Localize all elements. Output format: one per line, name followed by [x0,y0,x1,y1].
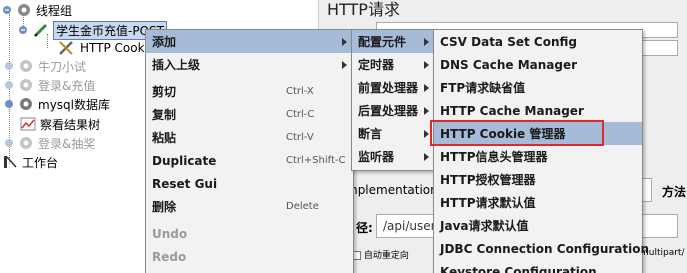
submenu-arrow-icon [424,129,429,138]
menu-item-http-request-defaults[interactable]: HTTP请求默认值 [434,191,642,214]
shortcut-label: Ctrl-C [286,109,315,120]
menu-item-http-header-manager[interactable]: HTTP信息头管理器 [434,145,642,168]
tree-item-results-tree[interactable]: 察看结果树 [20,114,100,134]
tree-item-thread-group-disabled[interactable]: 登录&抽奖 [4,133,95,153]
menu-item-copy[interactable]: 复制 Ctrl-C [146,103,353,126]
menu-item-config-element[interactable]: 配置元件 [352,30,435,53]
menu-item-pre-processor[interactable]: 前置处理器 [352,76,435,99]
submenu-arrow-icon [342,37,347,46]
config-element-submenu: CSV Data Set Config DNS Cache Manager FT… [433,29,649,273]
expand-toggle-icon[interactable] [4,99,14,109]
tree-item-label: 登录&抽奖 [38,136,96,151]
expand-toggle-icon[interactable] [4,61,14,71]
menu-item-paste[interactable]: 粘贴 Ctrl-V [146,126,353,149]
tree-item-cookie-manager[interactable]: HTTP Cook [58,38,145,58]
submenu-arrow-icon [424,152,429,161]
menu-item-http-cache-manager[interactable]: HTTP Cache Manager [434,99,642,122]
panel-title: HTTP请求 [327,0,400,19]
workbench-icon [4,156,17,168]
menu-item-undo[interactable]: Undo [146,222,353,245]
tree-item-label: 工作台 [22,155,59,170]
redirect-checkbox-label[interactable]: 自动重定向 [352,248,409,261]
implementation-label: mplementation [346,183,438,197]
gear-icon [20,60,32,72]
tools-icon [59,41,73,55]
submenu-arrow-icon [424,106,429,115]
tree-item-label: 察看结果树 [40,117,101,132]
collapse-toggle-icon[interactable] [2,5,12,15]
shortcut-label: Ctrl-V [286,132,314,143]
submenu-arrow-icon [424,83,429,92]
tree-item-label: 线程组 [36,3,73,18]
expand-toggle-icon[interactable] [4,138,14,148]
shortcut-label: Delete [286,201,319,212]
tree-item-http-request[interactable]: 学生金币充值-POST [18,20,167,40]
menu-item-dns-cache-manager[interactable]: DNS Cache Manager [434,53,642,76]
menu-item-jdbc-connection-configuration[interactable]: JDBC Connection Configuration [434,237,649,260]
menu-item-reset-gui[interactable]: Reset Gui [146,172,353,195]
context-menu: 添加 插入上级 剪切 Ctrl-X 复制 Ctrl-C 粘贴 Ctrl-V Du… [145,29,354,273]
gear-icon [20,98,32,110]
chart-icon [20,117,36,131]
tree-item-label: 登录&充值 [38,78,96,93]
gear-icon [18,4,30,16]
method-label: 方法 [662,185,687,199]
submenu-arrow-icon [424,37,429,46]
shortcut-label: Ctrl+Shift-C [286,155,346,166]
menu-item-http-auth-manager[interactable]: HTTP授权管理器 [434,168,642,191]
shortcut-label: Ctrl-X [286,86,314,97]
tree-item-label: HTTP Cook [80,41,145,55]
tree-item-thread-group-disabled[interactable]: 登录&充值 [4,75,95,95]
menu-item-delete[interactable]: 删除 Delete [146,195,353,218]
submenu-arrow-icon [424,60,429,69]
menu-item-duplicate[interactable]: Duplicate Ctrl+Shift-C [146,149,353,172]
path-label: 径: [356,221,373,235]
menu-item-http-cookie-manager[interactable]: HTTP Cookie 管理器 [434,122,642,145]
tree-item-label: mysql数据库 [38,97,110,112]
pen-icon [33,23,48,38]
menu-item-timer[interactable]: 定时器 [352,53,435,76]
menu-item-cut[interactable]: 剪切 Ctrl-X [146,80,353,103]
tree-item-thread-group[interactable]: 线程组 [0,0,72,20]
tree-item-workbench[interactable]: 工作台 [0,152,58,172]
menu-item-post-processor[interactable]: 后置处理器 [352,99,435,122]
tree-item-label: 牛刀小试 [38,59,87,74]
submenu-arrow-icon [342,60,347,69]
collapse-toggle-icon[interactable] [18,25,28,35]
gear-icon [20,79,32,91]
tree-item-thread-group-disabled[interactable]: 牛刀小试 [4,56,86,76]
menu-item-java-request-defaults[interactable]: Java请求默认值 [434,214,642,237]
menu-item-csv-data-set-config[interactable]: CSV Data Set Config [434,30,642,53]
gear-icon [20,137,32,149]
menu-item-redo[interactable]: Redo [146,245,353,268]
menu-item-insert-parent[interactable]: 插入上级 [146,53,353,76]
expand-toggle-icon[interactable] [4,80,14,90]
menu-item-assertion[interactable]: 断言 [352,122,435,145]
menu-item-add[interactable]: 添加 [146,30,353,53]
menu-item-ftp-defaults[interactable]: FTP请求缺省值 [434,76,642,99]
add-submenu: 配置元件 定时器 前置处理器 后置处理器 断言 监听器 [351,29,436,171]
menu-item-listener[interactable]: 监听器 [352,145,435,168]
path-value[interactable]: /api/user [383,219,436,233]
menu-item-keystore-configuration[interactable]: Keystore Configuration [434,260,642,273]
tree-item-thread-group[interactable]: mysql数据库 [4,94,110,114]
